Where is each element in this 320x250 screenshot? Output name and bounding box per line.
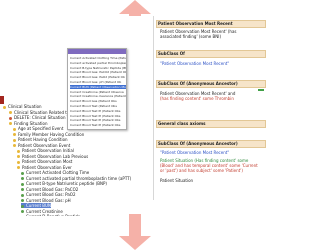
left-edge-marker [0, 96, 4, 104]
tree-row-label: Finding Situation [14, 120, 48, 126]
popup-item[interactable]: Current activated partial thromboplastin [70, 61, 126, 65]
tree-row-label: Patient Observation Initial [22, 148, 74, 153]
tree-row[interactable]: Age at Specified Event [13, 126, 63, 131]
tree-row-label: Patient Having Condition [18, 137, 68, 142]
tree-row[interactable]: Current Blood Gas: PaCO2 [21, 187, 78, 192]
popup-item[interactable]: Current Blood Gas: PaO2 (Patient Ob [70, 75, 125, 79]
class-icon [13, 133, 16, 136]
subclass-of-label: SubClass Of [158, 51, 185, 56]
ontology-editor: Clinical Situation Clinical Situation Rel… [3, 16, 267, 216]
tree-row-label: Patient Observation Event [18, 142, 71, 148]
class-icon [21, 188, 24, 191]
arrow-down-icon [119, 214, 151, 250]
class-icon [9, 122, 12, 125]
tree-row-label: Current Creatinine [26, 208, 63, 214]
general-axioms-label: General class axioms [158, 121, 206, 126]
members-label: SubClass Of (Anonymous Ancestor) [158, 141, 238, 146]
popup-item[interactable]: Current Blood Gas (Patient Obs [70, 99, 117, 103]
tree-row[interactable]: Current Activated Clotting Time [21, 170, 89, 175]
member-4: or 'past') and has subject' some 'Patien… [160, 168, 243, 173]
class-icon [13, 127, 16, 131]
member-5: Patient Situation [160, 178, 194, 183]
tree-row[interactable]: Patient Having Condition [13, 137, 68, 142]
tree-row[interactable]: Patient Observation Event [13, 143, 70, 148]
popup-item[interactable]: Current Blood Test Pl (Patient Obs [70, 109, 121, 113]
tree-row[interactable]: Current D-Reactive Peptide [21, 214, 80, 216]
tree-row-label: Current Blood Gas: pH [26, 197, 71, 203]
popup-item[interactable]: Current B-type Natriuretic Peptide (BNP) [70, 66, 126, 70]
class-icon [21, 171, 24, 175]
tree-row-label: Clinical Situation [8, 104, 42, 109]
tree-row-label: Current Blood Gas: PaCO2 [26, 186, 79, 192]
tree-row[interactable]: Patient Observation Ever [17, 165, 72, 170]
class-icon [21, 193, 24, 197]
class-icon [13, 138, 16, 142]
autocomplete-popup[interactable]: Current Activated Clotting Time (Patient… [67, 48, 127, 130]
tree-row-label: Patient Observation Most [22, 159, 73, 164]
popup-item[interactable]: Current Blood Test Pl (Patient Obs [70, 114, 121, 118]
class-icon [17, 155, 20, 158]
popup-item[interactable]: Current Blood Test Pl (Patient Obs [70, 118, 121, 122]
green-indicator [258, 89, 264, 91]
popup-item[interactable]: Current Blood Test Pl (Patient Obs [70, 123, 121, 127]
class-description-panel: Patient Observation Most Recent Patient … [153, 16, 267, 200]
tree-row[interactable]: Current activated partial thromboplastin… [21, 176, 131, 181]
class-icon [21, 199, 24, 202]
class-icon [9, 116, 12, 120]
class-icon [9, 111, 12, 114]
tree-row-label: Current BUN [26, 203, 51, 208]
class-icon [17, 160, 20, 164]
tree-row-label: Current activated partial thromboplastin… [26, 175, 132, 181]
tree-row[interactable]: Current B-type Natriuretic peptide (BNP) [21, 181, 107, 186]
tree-row[interactable]: Current BUN [21, 203, 51, 208]
popup-header [68, 49, 126, 54]
popup-item[interactable]: Current Blood Gas: PaCO2 (Patient Ob [70, 70, 126, 74]
tree-row-label: Family Member Having Condition [18, 131, 85, 137]
anon-line-2: (has finding content' some Thrombin [160, 96, 234, 101]
tree-row-label: Age at Specified Event [18, 126, 64, 131]
class-icon [21, 182, 24, 186]
tree-row[interactable]: Family Member Having Condition [13, 132, 84, 137]
tree-row[interactable]: Patient Observation Initial [17, 148, 74, 153]
popup-item[interactable]: Current Activated Clotting Time (Patient… [70, 56, 126, 60]
tree-row[interactable]: Patient Observation Most [17, 159, 72, 164]
tree-row-label: Current B-type Natriuretic peptide (BNP) [26, 181, 107, 186]
tree-row[interactable]: Current Creatinine [21, 209, 63, 214]
anonymous-ancestor-label: SubClass Of (Anonymous Ancestor) [158, 81, 238, 86]
class-icon [21, 177, 24, 180]
tree-row[interactable]: Patient Observation Lab Previous [17, 154, 88, 159]
class-icon [21, 210, 24, 213]
popup-item[interactable]: Current Creatinine (Patient Observa [70, 90, 124, 94]
panel-subtitle-2: associated finding' (some BNI) [160, 34, 222, 39]
tree-row-label: Current Blood Gas: PaO2 [26, 192, 76, 197]
member-1[interactable]: "Patient Observation Most Recent" [160, 150, 229, 155]
class-icon [17, 149, 20, 153]
popup-item[interactable]: Current BUN (Patient Observation Most [70, 84, 126, 89]
tree-row-label: Patient Observation Ever [22, 164, 72, 170]
class-icon [13, 144, 16, 147]
tree-row-label: Current Activated Clotting Time [26, 170, 90, 175]
tree-row[interactable]: Current Blood Gas: PaO2 [21, 192, 76, 197]
subclass-item[interactable]: "Patient Observation Most Recent" [160, 61, 229, 66]
class-icon [17, 166, 20, 169]
tree-row[interactable]: Current Blood Gas: pH [21, 198, 71, 203]
tree-row-label: Current D-Reactive Peptide [26, 214, 80, 216]
popup-item[interactable]: Current Creatinine clearance (Patient [70, 94, 126, 98]
tree-row[interactable]: Clinical Situation [3, 104, 42, 109]
tree-row-label: Patient Observation Lab Previous [22, 153, 89, 159]
class-icon [21, 204, 24, 208]
tree-row[interactable]: Finding Situation [9, 121, 48, 126]
popup-item[interactable]: Current Blood Gas: pH (Patient Ob [70, 80, 121, 84]
popup-item[interactable]: Current Blood Test (Patient Obs [70, 104, 117, 108]
class-icon [21, 215, 24, 216]
class-icon [3, 105, 6, 109]
panel-title: Patient Observation Most Recent [158, 21, 233, 26]
